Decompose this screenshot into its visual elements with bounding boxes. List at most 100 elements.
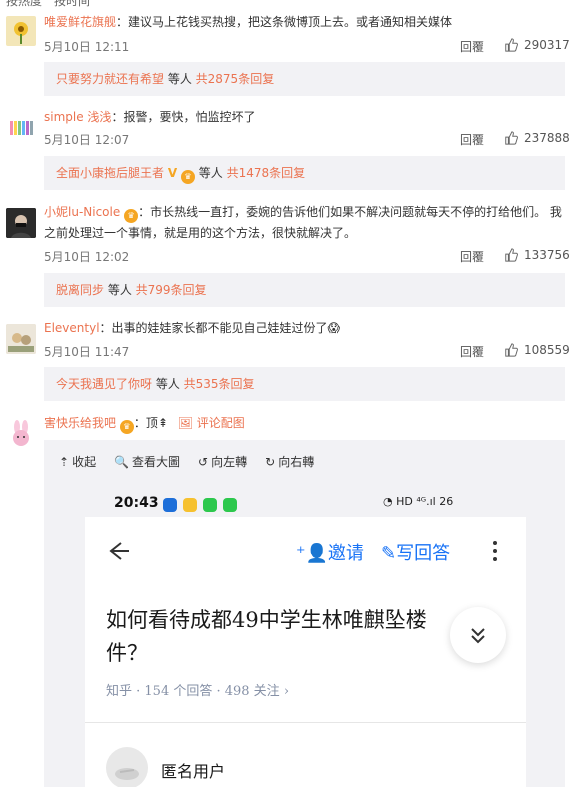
reply-button[interactable]: 回覆 (460, 131, 484, 148)
sub-replies-box[interactable]: 脱离同步 等人 共799条回复 (44, 273, 565, 307)
like-count: 133756 (524, 248, 570, 262)
reply-button[interactable]: 回覆 (460, 343, 484, 360)
avatar[interactable] (6, 113, 36, 143)
comment-time: 5月10日 12:02 (44, 250, 130, 264)
sub-reply-sep: 等人 (104, 283, 136, 297)
comment-content: ：顶⇞ (133, 416, 168, 430)
reply-button[interactable]: 回覆 (460, 248, 484, 265)
comment-content: ：报警，要快，怕监控坏了 (111, 110, 256, 124)
sub-reply-user[interactable]: 脱离同步 (56, 283, 104, 297)
answerer-name: 匿名用户 (161, 762, 226, 781)
sub-reply-user[interactable]: 今天我遇见了你呀 (56, 377, 152, 391)
rotate-left-button[interactable]: ↺ 向左轉 (198, 453, 247, 470)
v-badge-icon: V (167, 166, 178, 180)
view-large-label: 查看大圖 (132, 455, 181, 469)
thumbs-up-icon (505, 131, 518, 145)
magnifier-icon: 🔍 (114, 454, 130, 469)
anonymous-avatar (106, 747, 148, 787)
comment-username[interactable]: 小妮lu-Nicole (44, 205, 120, 219)
sub-reply-count[interactable]: 共535条回复 (184, 377, 255, 391)
sub-reply-user[interactable]: 只要努力就还有希望 (56, 72, 164, 86)
comment-text: 唯爱鲜花旗舰：建议马上花钱买热搜，把这条微博顶上去。或者通知相关媒体 (44, 12, 566, 33)
status-time: 20:43 (114, 495, 159, 511)
comment-time: 5月10日 11:47 (44, 345, 130, 359)
collapse-label: 收起 (72, 455, 97, 469)
like-button[interactable]: 290317 (504, 38, 570, 52)
question-meta[interactable]: 知乎 · 154 个回答 · 498 关注 › (106, 680, 289, 699)
like-count: 290317 (524, 38, 570, 52)
cartoon-avatar-icon (6, 324, 36, 354)
comment-username[interactable]: Eleventyl (44, 321, 100, 335)
zhihu-screenshot[interactable]: 20:43 ◔ HD ⁴ᴳ.ıl 26 ⁺👤邀请 ✎写回答 如何看待成都49中学… (85, 481, 526, 787)
add-person-icon: ⁺👤 (296, 543, 328, 564)
sub-reply-count[interactable]: 共799条回复 (136, 283, 207, 297)
invite-button[interactable]: ⁺👤邀请 (296, 539, 364, 565)
comment-username[interactable]: 害快乐给我吧 (44, 416, 116, 430)
wechat-icon (203, 498, 217, 512)
sub-reply-count[interactable]: 共1478条回复 (227, 166, 306, 180)
status-indicators: ◔ HD ⁴ᴳ.ıl 26 (383, 495, 453, 508)
sub-replies-box[interactable]: 今天我遇见了你呀 等人 共535条回复 (44, 367, 565, 401)
comment-content: ：市长热线一直打，委婉的告诉他们如果不解决问题就每天不停的打给他们。 我之前处理… (44, 205, 562, 240)
like-count: 108559 (524, 343, 570, 357)
vip-badge-icon: ♛ (119, 420, 134, 434)
invite-label: 邀请 (327, 543, 364, 564)
view-large-button[interactable]: 🔍 查看大圖 (114, 453, 180, 470)
image-icon: 🖼 (177, 416, 193, 430)
status-text: HD ⁴ᴳ.ıl 26 (396, 495, 454, 508)
thumbs-up-icon (505, 38, 518, 52)
write-answer-label: 写回答 (396, 543, 451, 564)
comment-text: Eleventyl：出事的娃娃家长都不能见自己娃娃过份了😱 (44, 318, 566, 339)
comment-pic-link[interactable]: 🖼 评论配图 (178, 416, 245, 430)
comment-username[interactable]: 唯爱鲜花旗舰 (44, 15, 116, 29)
sub-reply-sep: 等人 (194, 166, 227, 180)
like-button[interactable]: 133756 (504, 248, 570, 262)
sub-reply-sep: 等人 (164, 72, 196, 86)
avatar[interactable] (6, 16, 36, 46)
weibo-comment-page: 按热度 按时间 唯爱鲜花旗舰：建议马上花钱买热搜，把这条微博顶上去。或者通知相关… (0, 0, 584, 787)
comment-username[interactable]: simple 浅浅 (44, 110, 111, 124)
divider (85, 722, 526, 723)
stripes-avatar-icon (10, 121, 33, 135)
collapse-question-button[interactable] (450, 607, 506, 663)
sub-replies-box[interactable]: 只要努力就还有希望 等人 共2875条回复 (44, 62, 565, 96)
like-count: 237888 (524, 131, 570, 145)
comment-text: simple 浅浅：报警，要快，怕监控坏了 (44, 107, 566, 128)
person-avatar-icon (6, 208, 36, 238)
comment-text: 害快乐给我吧 ♛ ：顶⇞ 🖼 评论配图 (44, 413, 566, 434)
question-title: 如何看待成都49中学生林唯麒坠楼件？ (106, 608, 427, 665)
write-answer-button[interactable]: ✎写回答 (381, 539, 450, 565)
rotate-left-icon: ↺ (198, 454, 209, 469)
back-arrow-icon[interactable] (107, 539, 131, 563)
thumbs-up-icon (505, 248, 518, 262)
sub-replies-box[interactable]: 全面小康拖后腿王者 V ♛ 等人 共1478条回复 (44, 156, 565, 190)
rotate-right-icon: ↻ (265, 454, 276, 469)
collapse-image-button[interactable]: ⇡ 收起 (59, 453, 96, 470)
comment-text: 小妮lu-Nicole ♛ ：市长热线一直打，委婉的告诉他们如果不解决问题就每天不… (44, 202, 566, 244)
comment-content: ：建议马上花钱买热搜，把这条微博顶上去。或者通知相关媒体 (116, 15, 453, 29)
sub-reply-sep: 等人 (152, 377, 184, 391)
rotate-right-label: 向右轉 (278, 455, 315, 469)
avatar[interactable] (6, 208, 36, 238)
sub-reply-user[interactable]: 全面小康拖后腿王者 (56, 166, 164, 180)
comment-content: ：出事的娃娃家长都不能见自己娃娃过份了😱 (99, 321, 341, 335)
rotate-right-button[interactable]: ↻ 向右轉 (265, 453, 314, 470)
anonymous-user-icon (115, 768, 139, 780)
edit-icon: ✎ (381, 543, 397, 564)
like-button[interactable]: 108559 (504, 343, 570, 357)
thumbs-up-icon (505, 343, 518, 357)
comment-time: 5月10日 12:11 (44, 40, 130, 54)
avatar[interactable] (6, 419, 36, 449)
reply-button[interactable]: 回覆 (460, 38, 484, 55)
comment-pic-label: 评论配图 (196, 416, 245, 430)
sort-tabs-cut: 按热度 按时间 (6, 0, 91, 8)
wifi-icon: ◔ (383, 495, 393, 508)
like-button[interactable]: 237888 (504, 131, 570, 145)
avatar[interactable] (6, 324, 36, 354)
collapse-icon: ⇡ (59, 454, 70, 469)
app-notify-icon (163, 498, 177, 512)
bunny-avatar-icon (13, 420, 29, 446)
comment-time: 5月10日 12:07 (44, 133, 130, 147)
sub-reply-count[interactable]: 共2875条回复 (196, 72, 275, 86)
more-vertical-icon[interactable] (490, 539, 500, 563)
